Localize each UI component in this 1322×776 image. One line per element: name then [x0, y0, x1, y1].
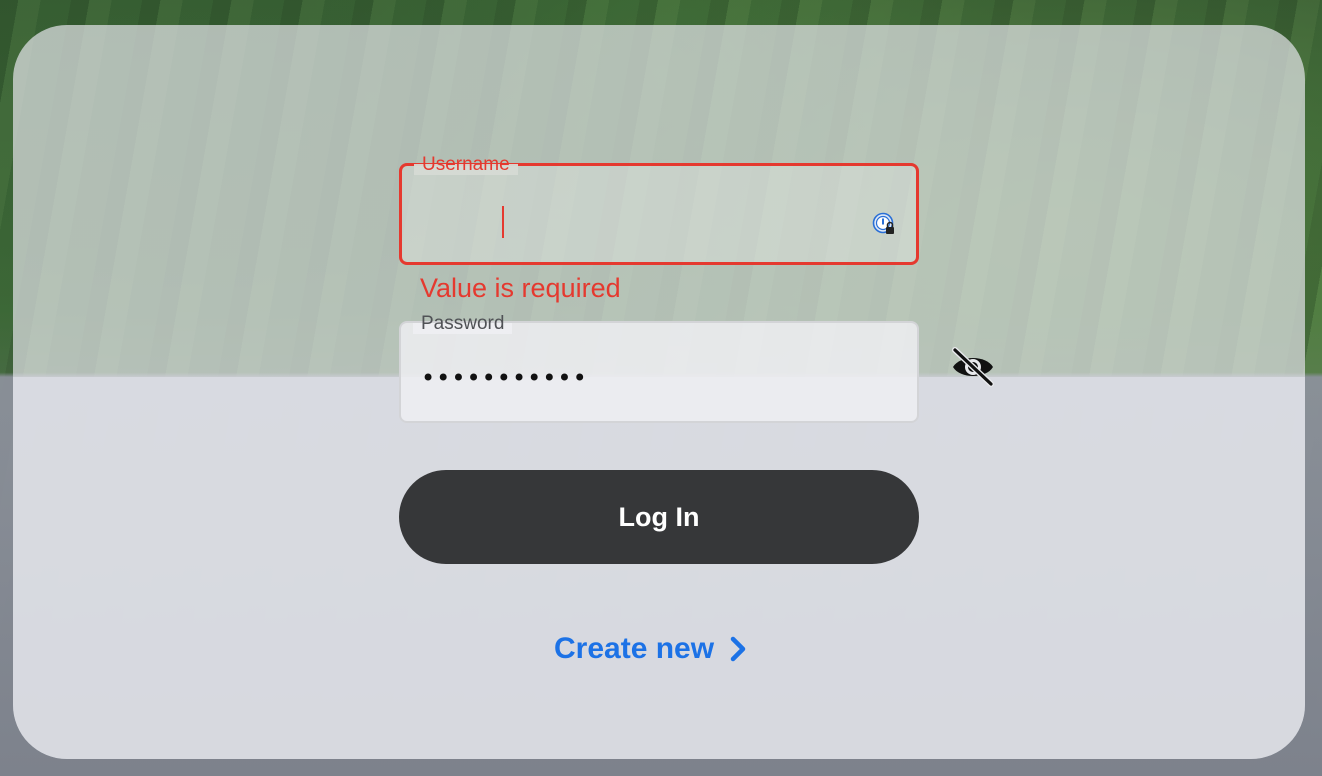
text-caret — [502, 206, 504, 238]
password-manager-icon[interactable] — [872, 212, 896, 236]
password-label: Password — [413, 314, 513, 334]
password-value: ••••••••••• — [421, 364, 588, 392]
login-button[interactable]: Log In — [399, 470, 919, 564]
login-card: Username Value is required Password ••••… — [13, 25, 1305, 759]
card-lower-panel — [13, 377, 1305, 759]
create-new-label: Create new — [554, 632, 715, 665]
username-error-message: Value is required — [420, 273, 621, 303]
username-label: Username — [414, 155, 518, 175]
chevron-right-icon — [730, 636, 746, 662]
eye-off-icon[interactable] — [950, 347, 996, 387]
create-new-link[interactable]: Create new — [554, 632, 748, 666]
password-field[interactable]: Password ••••••••••• — [399, 314, 919, 423]
username-field[interactable]: Username — [399, 155, 919, 265]
